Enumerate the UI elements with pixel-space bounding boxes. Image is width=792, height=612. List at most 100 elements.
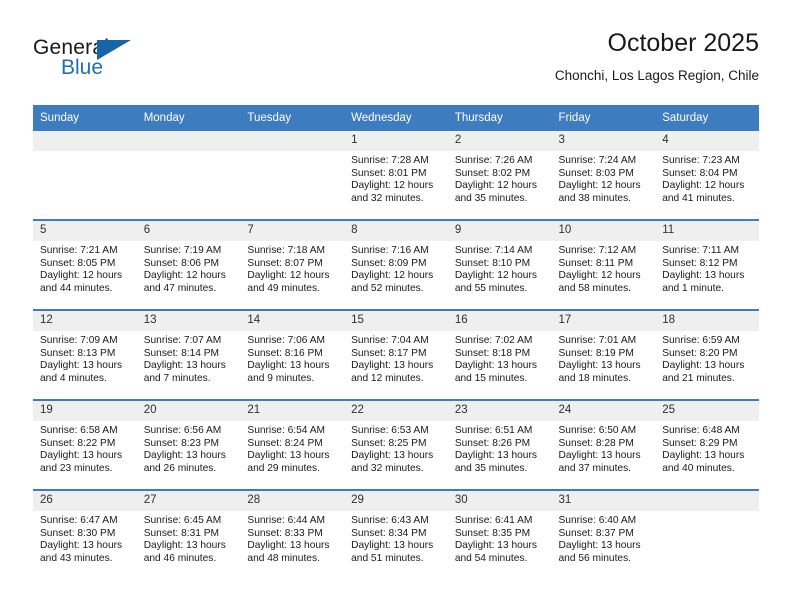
day-cell[interactable]: 13 Sunrise: 7:07 AM Sunset: 8:14 PM Dayligh… (136, 309, 241, 400)
calendar-table: Sunday Monday Tuesday Wednesday Thursday… (33, 105, 759, 579)
daylight-text: Daylight: 13 hours and 9 minutes. (247, 360, 330, 384)
daylight-text: Daylight: 13 hours and 56 minutes. (558, 540, 641, 564)
day-info: Sunrise: 6:56 AM Sunset: 8:23 PM Daylight:… (137, 421, 241, 475)
sunset-text: Sunset: 8:22 PM (40, 437, 116, 449)
sunset-text: Sunset: 8:04 PM (662, 167, 738, 179)
sunset-text: Sunset: 8:09 PM (351, 257, 427, 269)
day-cell[interactable]: 31 Sunrise: 6:40 AM Sunset: 8:37 PM Dayligh… (551, 489, 656, 579)
daylight-text: Daylight: 12 hours and 49 minutes. (247, 270, 330, 294)
sunset-text: Sunset: 8:34 PM (351, 527, 427, 539)
day-info: Sunrise: 7:06 AM Sunset: 8:16 PM Daylight:… (240, 331, 344, 385)
day-info: Sunrise: 6:43 AM Sunset: 8:34 PM Daylight:… (344, 511, 448, 565)
sunset-text: Sunset: 8:30 PM (40, 527, 116, 539)
day-info: Sunrise: 7:16 AM Sunset: 8:09 PM Daylight:… (344, 241, 448, 295)
sunset-text: Sunset: 8:12 PM (662, 257, 738, 269)
daylight-text: Daylight: 12 hours and 38 minutes. (558, 180, 641, 204)
day-number: 9 (447, 221, 552, 241)
day-cell[interactable]: 2 Sunrise: 7:26 AM Sunset: 8:02 PM Daylight… (447, 131, 552, 220)
sunrise-text: Sunrise: 6:56 AM (143, 425, 222, 436)
daylight-text: Daylight: 12 hours and 52 minutes. (351, 270, 434, 294)
daylight-text: Daylight: 13 hours and 46 minutes. (143, 540, 226, 564)
day-cell[interactable]: 5 Sunrise: 7:21 AM Sunset: 8:05 PM Daylight… (33, 219, 137, 310)
daylight-text: Daylight: 12 hours and 35 minutes. (454, 180, 537, 204)
sunrise-text: Sunrise: 7:02 AM (454, 335, 533, 346)
day-cell[interactable]: 14 Sunrise: 7:06 AM Sunset: 8:16 PM Dayligh… (240, 309, 345, 400)
day-info: Sunrise: 6:50 AM Sunset: 8:28 PM Daylight:… (552, 421, 656, 475)
day-info: Sunrise: 6:53 AM Sunset: 8:25 PM Daylight:… (344, 421, 448, 475)
day-cell[interactable]: 3 Sunrise: 7:24 AM Sunset: 8:03 PM Daylight… (551, 131, 656, 220)
day-cell[interactable]: 23 Sunrise: 6:51 AM Sunset: 8:26 PM Dayligh… (447, 399, 552, 490)
day-number: 13 (136, 311, 241, 331)
day-info: Sunrise: 6:54 AM Sunset: 8:24 PM Daylight:… (240, 421, 344, 475)
sunset-text: Sunset: 8:07 PM (247, 257, 323, 269)
day-cell[interactable]: 1 Sunrise: 7:28 AM Sunset: 8:01 PM Daylight… (344, 131, 448, 220)
general-blue-logo[interactable]: General Blue (33, 36, 163, 88)
daylight-text: Daylight: 12 hours and 44 minutes. (40, 270, 123, 294)
sunset-text: Sunset: 8:10 PM (454, 257, 531, 269)
sunrise-text: Sunrise: 6:51 AM (454, 425, 533, 436)
day-info: Sunrise: 6:44 AM Sunset: 8:33 PM Daylight:… (240, 511, 344, 565)
day-number: 15 (344, 311, 448, 331)
sunset-text: Sunset: 8:11 PM (558, 257, 634, 269)
weekday-header-tuesday: Tuesday (240, 105, 345, 131)
sunset-text: Sunset: 8:31 PM (143, 527, 220, 539)
sunset-text: Sunset: 8:20 PM (662, 347, 738, 359)
sunset-text: Sunset: 8:24 PM (247, 437, 323, 449)
day-cell[interactable]: 20 Sunrise: 6:56 AM Sunset: 8:23 PM Dayligh… (136, 399, 241, 490)
weekday-header-friday: Friday (551, 105, 656, 131)
day-cell[interactable] (240, 131, 345, 220)
day-cell[interactable]: 7 Sunrise: 7:18 AM Sunset: 8:07 PM Daylight… (240, 219, 345, 310)
day-cell[interactable]: 19 Sunrise: 6:58 AM Sunset: 8:22 PM Dayligh… (33, 399, 137, 490)
day-cell[interactable]: 27 Sunrise: 6:45 AM Sunset: 8:31 PM Dayligh… (136, 489, 241, 579)
day-cell[interactable]: 28 Sunrise: 6:44 AM Sunset: 8:33 PM Dayligh… (240, 489, 345, 579)
title-block: October 2025 Chonchi, Los Lagos Region, … (555, 28, 759, 86)
weekday-header-saturday: Saturday (655, 105, 759, 131)
day-info: Sunrise: 7:02 AM Sunset: 8:18 PM Daylight:… (448, 331, 552, 385)
location-subtitle: Chonchi, Los Lagos Region, Chile (554, 68, 759, 83)
day-cell[interactable]: 9 Sunrise: 7:14 AM Sunset: 8:10 PM Daylight… (447, 219, 552, 310)
day-cell[interactable]: 11 Sunrise: 7:11 AM Sunset: 8:12 PM Dayligh… (655, 219, 759, 310)
day-info: Sunrise: 7:01 AM Sunset: 8:19 PM Daylight:… (552, 331, 656, 385)
day-cell[interactable]: 6 Sunrise: 7:19 AM Sunset: 8:06 PM Daylight… (136, 219, 241, 310)
day-cell[interactable] (33, 131, 137, 220)
day-number (33, 131, 137, 151)
day-cell[interactable]: 10 Sunrise: 7:12 AM Sunset: 8:11 PM Dayligh… (551, 219, 656, 310)
day-number: 6 (136, 221, 241, 241)
weekday-header-wednesday: Wednesday (344, 105, 448, 131)
day-cell[interactable]: 22 Sunrise: 6:53 AM Sunset: 8:25 PM Dayligh… (344, 399, 448, 490)
day-info: Sunrise: 6:58 AM Sunset: 8:22 PM Daylight:… (33, 421, 137, 475)
day-cell[interactable] (136, 131, 241, 220)
sunrise-text: Sunrise: 7:18 AM (247, 245, 325, 256)
day-cell[interactable]: 26 Sunrise: 6:47 AM Sunset: 8:30 PM Dayligh… (33, 489, 137, 579)
sunrise-text: Sunrise: 6:44 AM (247, 515, 325, 526)
sunrise-text: Sunrise: 7:14 AM (454, 245, 533, 256)
day-number: 14 (240, 311, 345, 331)
day-cell[interactable]: 15 Sunrise: 7:04 AM Sunset: 8:17 PM Dayligh… (344, 309, 448, 400)
day-number: 2 (447, 131, 552, 151)
daylight-text: Daylight: 13 hours and 1 minute. (662, 270, 745, 294)
day-number: 8 (344, 221, 448, 241)
sunset-text: Sunset: 8:13 PM (40, 347, 116, 359)
day-number: 19 (33, 401, 137, 421)
sunrise-text: Sunrise: 7:07 AM (143, 335, 222, 346)
daylight-text: Daylight: 13 hours and 29 minutes. (247, 450, 330, 474)
day-cell[interactable]: 8 Sunrise: 7:16 AM Sunset: 8:09 PM Daylight… (344, 219, 448, 310)
day-cell[interactable]: 29 Sunrise: 6:43 AM Sunset: 8:34 PM Dayligh… (344, 489, 448, 579)
day-cell[interactable]: 25 Sunrise: 6:48 AM Sunset: 8:29 PM Dayligh… (655, 399, 759, 490)
day-cell[interactable]: 16 Sunrise: 7:02 AM Sunset: 8:18 PM Dayligh… (447, 309, 552, 400)
day-cell[interactable]: 30 Sunrise: 6:41 AM Sunset: 8:35 PM Dayligh… (447, 489, 552, 579)
day-cell[interactable] (655, 489, 759, 579)
day-cell[interactable]: 4 Sunrise: 7:23 AM Sunset: 8:04 PM Daylight… (655, 131, 759, 220)
daylight-text: Daylight: 13 hours and 48 minutes. (247, 540, 330, 564)
day-cell[interactable]: 17 Sunrise: 7:01 AM Sunset: 8:19 PM Dayligh… (551, 309, 656, 400)
day-cell[interactable]: 21 Sunrise: 6:54 AM Sunset: 8:24 PM Dayligh… (240, 399, 345, 490)
sunrise-text: Sunrise: 7:24 AM (558, 155, 637, 166)
page-title: October 2025 (607, 29, 760, 57)
sunrise-text: Sunrise: 6:45 AM (143, 515, 222, 526)
daylight-text: Daylight: 13 hours and 40 minutes. (662, 450, 745, 474)
sunrise-text: Sunrise: 6:41 AM (454, 515, 533, 526)
weekday-header-row: Sunday Monday Tuesday Wednesday Thursday… (33, 105, 759, 131)
day-cell[interactable]: 18 Sunrise: 6:59 AM Sunset: 8:20 PM Dayligh… (655, 309, 759, 400)
day-cell[interactable]: 12 Sunrise: 7:09 AM Sunset: 8:13 PM Dayligh… (33, 309, 137, 400)
day-cell[interactable]: 24 Sunrise: 6:50 AM Sunset: 8:28 PM Dayligh… (551, 399, 656, 490)
